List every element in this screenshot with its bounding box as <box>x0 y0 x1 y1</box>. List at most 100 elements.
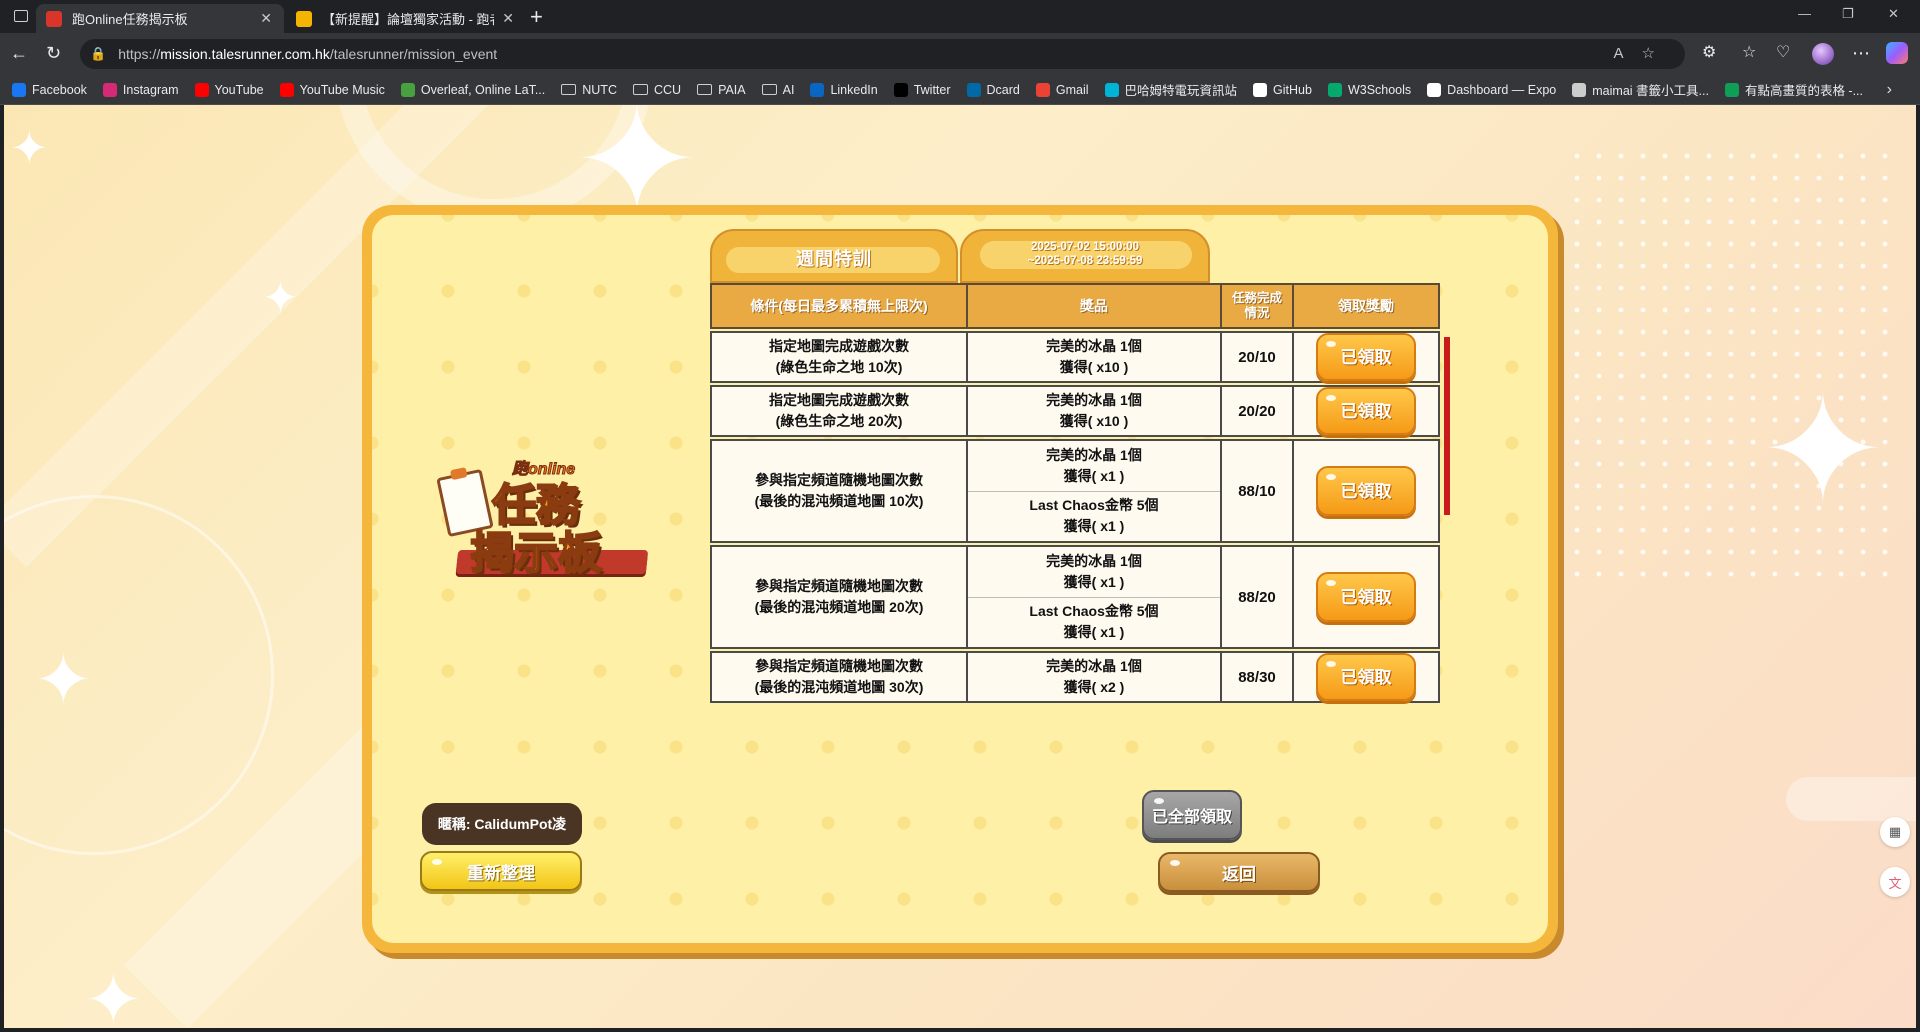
tab-weekly-training[interactable]: 週間特訓 <box>710 229 958 283</box>
minimize-icon[interactable]: — <box>1798 6 1811 21</box>
restore-icon[interactable]: ❐ <box>1842 6 1854 22</box>
bookmark-item[interactable]: Dcard <box>966 82 1020 97</box>
reward-quantity: 獲得( x1 ) <box>1063 573 1125 590</box>
w3schools-icon <box>1327 82 1342 97</box>
claim-cell: 已領取 <box>1294 653 1438 701</box>
close-tab-icon[interactable]: ✕ <box>502 10 514 27</box>
browser-essentials-icon[interactable]: ♡ <box>1776 43 1790 63</box>
claimed-button[interactable]: 已領取 <box>1316 466 1416 516</box>
mission-board-logo: 跑online 任務 揭示板 <box>436 455 649 585</box>
youtube-icon <box>194 82 209 97</box>
bookmark-item[interactable]: AI <box>761 83 794 97</box>
claimed-button[interactable]: 已領取 <box>1316 333 1416 381</box>
claimed-button[interactable]: 已領取 <box>1316 572 1416 622</box>
bookmark-item[interactable]: 巴哈姆特電玩資訊站 <box>1104 80 1238 99</box>
reward-cell: 完美的冰晶 1個 獲得( x10 ) <box>968 387 1222 435</box>
claimed-button[interactable]: 已領取 <box>1316 387 1416 435</box>
bookmark-item[interactable]: Gmail <box>1035 82 1089 97</box>
close-tab-icon[interactable]: ✕ <box>260 10 272 27</box>
condition-text: (最後的混沌頻道地圖 30次) <box>754 679 924 695</box>
address-bar-actions[interactable]: A☆ <box>1614 44 1673 62</box>
bookmark-label: 巴哈姆特電玩資訊站 <box>1124 84 1238 98</box>
reward-quantity: 獲得( x1 ) <box>1063 467 1125 484</box>
more-menu-icon[interactable]: ⋯ <box>1852 43 1870 63</box>
bookmark-item[interactable]: PAIA <box>697 83 746 97</box>
tab-weekly-training-label: 週間特訓 <box>796 249 872 269</box>
bookmark-label: YouTube Music <box>299 82 385 97</box>
bookmark-item[interactable]: Instagram <box>102 82 179 97</box>
globe-icon <box>1572 82 1587 97</box>
back-icon[interactable]: ← <box>10 43 28 63</box>
bookmark-label: Dashboard — Expo <box>1447 82 1557 97</box>
progress-count: 88/10 <box>1222 441 1294 541</box>
table-scrollbar[interactable] <box>1444 337 1450 515</box>
progress-count: 20/20 <box>1222 387 1294 435</box>
bookmark-label: maimai 書籤小工具... <box>1592 84 1709 98</box>
reward-item: 完美的冰晶 1個 獲得( x10 ) <box>968 387 1220 435</box>
talesrunner-favicon-icon <box>46 10 62 27</box>
copilot-icon[interactable] <box>1886 42 1908 64</box>
tab-title: 跑Online任務揭示板 <box>72 12 188 27</box>
browser-tab-active[interactable]: 跑Online任務揭示板 ✕ <box>36 4 284 33</box>
facebook-icon <box>12 82 26 97</box>
bookmark-item[interactable]: YouTube <box>194 82 264 97</box>
refresh-icon[interactable]: ↻ <box>46 43 61 63</box>
new-tab-button[interactable]: + <box>530 6 543 28</box>
side-panel-tab[interactable] <box>1786 777 1916 821</box>
bookmark-item[interactable]: YouTube Music <box>279 82 385 97</box>
favorites-icon[interactable]: ☆ <box>1742 43 1756 63</box>
reward-item: 完美的冰晶 1個 獲得( x1 ) <box>968 547 1220 597</box>
bookmark-label: Overleaf, Online LaT... <box>420 82 546 97</box>
browser-tab[interactable]: 【新提醒】論壇獨家活動 - 跑者的 ✕ <box>286 4 526 33</box>
table-row: 參與指定頻道隨機地圖次數 (最後的混沌頻道地圖 20次) 完美的冰晶 1個 獲得( x… <box>710 545 1440 649</box>
bookmarks-bar: Facebook Instagram YouTube YouTube Music Ove… <box>0 75 1920 105</box>
bookmark-item[interactable]: LinkedIn <box>810 82 878 97</box>
sparkle-icon: ✦ <box>10 122 49 174</box>
qr-code-icon[interactable]: ▦ <box>1880 817 1910 847</box>
refresh-button[interactable]: 重新整理 <box>420 851 582 891</box>
bookmarks-overflow-icon[interactable]: › <box>1887 81 1892 99</box>
back-button[interactable]: 返回 <box>1158 852 1320 892</box>
bookmark-item[interactable]: Dashboard — Expo <box>1427 82 1557 97</box>
nickname-badge: 暱稱: CalidumPot凌 <box>422 803 582 845</box>
table-row: 參與指定頻道隨機地圖次數 (最後的混沌頻道地圖 10次) 完美的冰晶 1個 獲得( x… <box>710 439 1440 543</box>
mission-board-inner: 跑online 任務 揭示板 週間特訓 2025-07-02 15:00:00 … <box>372 215 1548 943</box>
gmail-icon <box>1035 82 1050 97</box>
profile-avatar[interactable] <box>1812 43 1834 65</box>
claimed-button[interactable]: 已領取 <box>1316 653 1416 701</box>
expo-icon <box>1427 82 1442 97</box>
condition-text: (綠色生命之地 20次) <box>775 413 903 429</box>
dcard-icon <box>966 82 981 97</box>
header-condition: 條件(每日最多累積無上限次) <box>712 285 968 327</box>
translate-icon[interactable]: 文 <box>1880 867 1910 897</box>
condition-text: 指定地圖完成遊戲次數 <box>769 338 909 354</box>
reward-name: 完美的冰晶 1個 <box>1046 658 1142 674</box>
bookmark-item[interactable]: Facebook <box>12 82 87 97</box>
sparkle-icon: ✦ <box>1760 366 1886 534</box>
address-bar[interactable]: 🔒 https://mission.talesrunner.com.hk/tal… <box>80 39 1685 69</box>
bookmark-item[interactable]: W3Schools <box>1327 82 1411 97</box>
bookmark-item[interactable]: Overleaf, Online LaT... <box>400 82 546 97</box>
close-window-icon[interactable]: ✕ <box>1888 6 1899 22</box>
bookmark-item[interactable]: NUTC <box>561 83 617 97</box>
bookmark-label: NUTC <box>582 82 617 97</box>
instagram-icon <box>102 82 117 97</box>
reward-cell: 完美的冰晶 1個 獲得( x2 ) <box>968 653 1222 701</box>
header-progress: 任務完成情況 <box>1222 285 1294 327</box>
bookmark-item[interactable]: Twitter <box>893 82 951 97</box>
reward-item: 完美的冰晶 1個 獲得( x10 ) <box>968 333 1220 381</box>
tab-actions-icon[interactable] <box>14 10 28 22</box>
claim-all-button[interactable]: 已全部領取 <box>1142 790 1242 840</box>
event-end-date: ~2025-07-08 23:59:59 <box>1027 255 1143 267</box>
reward-cell: 完美的冰晶 1個 獲得( x1 ) Last Chaos金幣 5個 獲得( x1 ) <box>968 547 1222 647</box>
mission-table[interactable]: 條件(每日最多累積無上限次) 獎品 任務完成情況 領取獎勵 指定地圖完成遊戲次數… <box>710 283 1450 753</box>
bookmark-item[interactable]: GitHub <box>1253 82 1312 97</box>
bookmark-item[interactable]: 有點高畫質的表格 -... <box>1724 80 1863 99</box>
bookmark-item[interactable]: CCU <box>632 82 682 97</box>
extensions-icon[interactable]: ⚙ <box>1702 43 1716 63</box>
bookmark-item[interactable]: maimai 書籤小工具... <box>1572 80 1709 99</box>
claim-cell: 已領取 <box>1294 547 1438 647</box>
mission-board: 跑online 任務 揭示板 週間特訓 2025-07-02 15:00:00 … <box>362 205 1558 953</box>
bookmark-label: CCU <box>653 82 682 97</box>
youtube-music-icon <box>279 82 294 97</box>
